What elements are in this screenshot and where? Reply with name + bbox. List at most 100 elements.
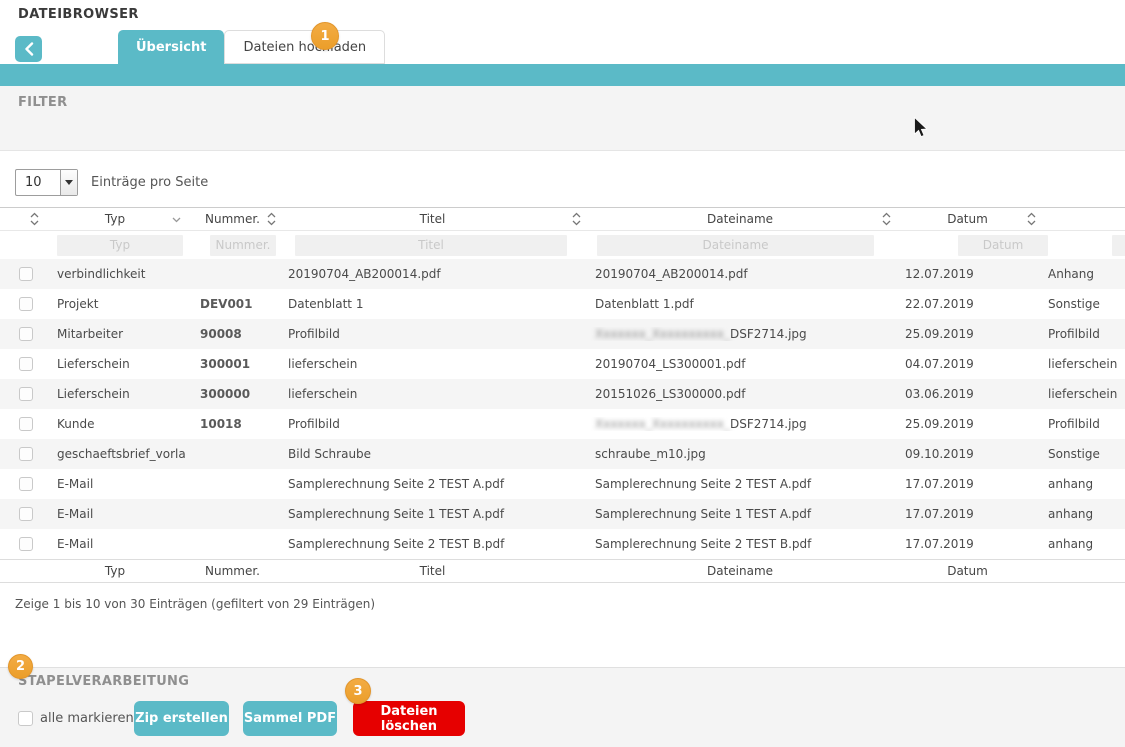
header-nummer[interactable]: Nummer.	[185, 208, 280, 230]
tab-uebersicht[interactable]: Übersicht	[118, 30, 224, 64]
table-row: Projekt DEV001 Datenblatt 1 Datenblatt 1…	[0, 289, 1125, 319]
page-size-value: 10	[16, 175, 60, 190]
footer-titel: Titel	[280, 560, 585, 582]
table-row: verbindlichkeit 20190704_AB200014.pdf 20…	[0, 259, 1125, 289]
row-checkbox[interactable]	[19, 537, 33, 551]
row-checkbox[interactable]	[19, 417, 33, 431]
select-all-checkbox[interactable]	[18, 711, 33, 726]
table-row: Lieferschein 300000 lieferschein 2015102…	[0, 379, 1125, 409]
filter-titel-input[interactable]	[295, 235, 567, 256]
cell-typ: Mitarbeiter	[45, 327, 185, 341]
cell-dateiname: Samplerechnung Seite 2 TEST B.pdf	[585, 537, 895, 551]
row-checkbox[interactable]	[19, 327, 33, 341]
row-checkbox[interactable]	[19, 297, 33, 311]
cell-dateiname: Xxxxxxx_Xxxxxxxxxx_DSF2714.jpg	[585, 417, 895, 431]
row-checkbox[interactable]	[19, 357, 33, 371]
cell-nummer: 10018	[185, 417, 280, 431]
row-checkbox[interactable]	[19, 267, 33, 281]
files-table: Typ Nummer. Titel Dateiname	[0, 207, 1125, 583]
sort-both-icon	[30, 212, 39, 226]
filter-dateiname-input[interactable]	[597, 235, 874, 256]
select-arrow-icon	[60, 170, 77, 195]
cell-dateiname: schraube_m10.jpg	[585, 447, 895, 461]
cell-dateiname: Samplerechnung Seite 2 TEST A.pdf	[585, 477, 895, 491]
cell-dateiname: 20190704_LS300001.pdf	[585, 357, 895, 371]
cell-dateiname: 20190704_AB200014.pdf	[585, 267, 895, 281]
filter-kategorie-input[interactable]	[1112, 235, 1125, 256]
filter-nummer-input[interactable]	[210, 235, 276, 256]
sort-both-icon	[1027, 212, 1036, 226]
table-body: verbindlichkeit 20190704_AB200014.pdf 20…	[0, 259, 1125, 559]
tutorial-badge-2: 2	[8, 654, 33, 679]
dateien-loeschen-button[interactable]: Dateien löschen	[353, 701, 465, 736]
sort-both-icon	[882, 212, 891, 226]
cell-titel: Bild Schraube	[280, 447, 585, 461]
table-footer-row: Typ Nummer. Titel Dateiname Datum	[0, 559, 1125, 583]
filter-typ-input[interactable]	[57, 235, 183, 256]
select-all-label: alle markieren	[40, 711, 134, 726]
cell-kategorie: anhang	[1040, 477, 1125, 491]
teal-divider-bar	[0, 64, 1125, 86]
filter-panel: FILTER	[0, 86, 1125, 151]
sammel-pdf-button[interactable]: Sammel PDF	[243, 701, 337, 736]
zip-erstellen-button[interactable]: Zip erstellen	[134, 701, 229, 736]
cell-titel: Samplerechnung Seite 1 TEST A.pdf	[280, 507, 585, 521]
table-header-row: Typ Nummer. Titel Dateiname	[0, 207, 1125, 231]
row-checkbox[interactable]	[19, 507, 33, 521]
tab-dateien-hochladen[interactable]: Dateien hochladen	[224, 30, 385, 64]
tab-bar: Übersicht Dateien hochladen	[118, 30, 385, 64]
filter-datum-input[interactable]	[958, 235, 1048, 256]
cell-titel: lieferschein	[280, 387, 585, 401]
header-select-column[interactable]	[0, 208, 45, 230]
filter-title: FILTER	[18, 95, 67, 110]
cell-typ: verbindlichkeit	[45, 267, 185, 281]
cell-datum: 12.07.2019	[895, 267, 1040, 281]
table-row: Kunde 10018 Profilbild Xxxxxxx_Xxxxxxxxx…	[0, 409, 1125, 439]
footer-dateiname: Dateiname	[585, 560, 895, 582]
cell-dateiname: 20151026_LS300000.pdf	[585, 387, 895, 401]
sort-both-icon	[267, 212, 276, 226]
header-datum[interactable]: Datum	[895, 208, 1040, 230]
cell-titel: lieferschein	[280, 357, 585, 371]
tutorial-badge-1: 1	[311, 22, 339, 50]
cell-kategorie: Sonstige	[1040, 447, 1125, 461]
cell-dateiname: Datenblatt 1.pdf	[585, 297, 895, 311]
header-typ[interactable]: Typ	[45, 208, 185, 230]
page-title: DATEIBROWSER	[18, 7, 139, 22]
table-row: Mitarbeiter 90008 Profilbild Xxxxxxx_Xxx…	[0, 319, 1125, 349]
cell-titel: Profilbild	[280, 417, 585, 431]
cell-kategorie: Profilbild	[1040, 417, 1125, 431]
header-titel[interactable]: Titel	[280, 208, 585, 230]
cell-datum: 25.09.2019	[895, 327, 1040, 341]
cell-typ: Kunde	[45, 417, 185, 431]
row-checkbox[interactable]	[19, 477, 33, 491]
cell-kategorie: lieferschein	[1040, 387, 1125, 401]
cell-nummer: DEV001	[185, 297, 280, 311]
table-row: E-Mail Samplerechnung Seite 1 TEST A.pdf…	[0, 499, 1125, 529]
cell-nummer: 300000	[185, 387, 280, 401]
cell-titel: Samplerechnung Seite 2 TEST B.pdf	[280, 537, 585, 551]
cell-titel: Profilbild	[280, 327, 585, 341]
table-info-text: Zeige 1 bis 10 von 30 Einträgen (gefilte…	[15, 597, 375, 611]
cell-titel: Datenblatt 1	[280, 297, 585, 311]
column-filter-row	[0, 231, 1125, 259]
row-checkbox[interactable]	[19, 387, 33, 401]
filebrowser-page: DATEIBROWSER Übersicht Dateien hochladen…	[0, 0, 1125, 747]
cell-kategorie: Profilbild	[1040, 327, 1125, 341]
cell-typ: E-Mail	[45, 537, 185, 551]
row-checkbox[interactable]	[19, 447, 33, 461]
cell-typ: E-Mail	[45, 477, 185, 491]
cell-datum: 17.07.2019	[895, 537, 1040, 551]
header-dateiname[interactable]: Dateiname	[585, 208, 895, 230]
chevron-left-icon	[24, 42, 34, 56]
table-row: Lieferschein 300001 lieferschein 2019070…	[0, 349, 1125, 379]
footer-nummer: Nummer.	[185, 560, 280, 582]
cell-typ: E-Mail	[45, 507, 185, 521]
page-size-select[interactable]: 10	[15, 169, 78, 196]
cell-typ: geschaeftsbrief_vorlagen	[45, 447, 185, 461]
cell-dateiname: Samplerechnung Seite 1 TEST A.pdf	[585, 507, 895, 521]
sort-both-icon	[572, 212, 581, 226]
back-button[interactable]	[15, 36, 42, 62]
cell-nummer: 300001	[185, 357, 280, 371]
page-size-label: Einträge pro Seite	[91, 175, 208, 190]
